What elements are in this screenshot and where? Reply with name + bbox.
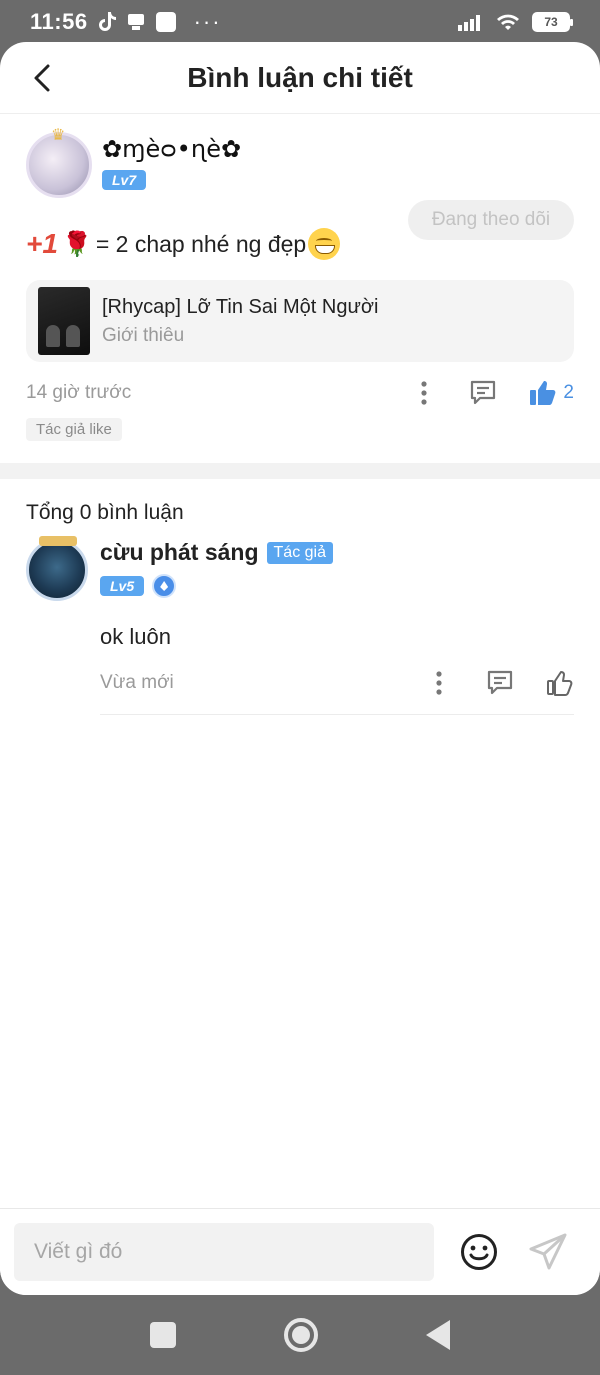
comment-input[interactable] [14,1223,434,1281]
reply-actions [424,669,574,697]
reply-item: cừu phát sáng Tác giả Lv5 ok luôn Vừa mớ… [26,536,574,715]
book-cover-image [38,287,90,355]
send-button[interactable] [528,1233,568,1271]
system-nav-bar [0,1295,600,1375]
reply-more-options-button[interactable] [424,671,454,695]
crown-icon: ♛ [51,127,66,144]
post-body-text: = 2 chap nhé ng đẹp [95,230,307,257]
post-author-row: ♛ ✿ɱèᴑ•ɳè✿ Lv7 [26,127,574,198]
recent-apps-button[interactable] [150,1322,176,1348]
reply-button[interactable] [469,379,497,407]
smiley-icon [461,1234,497,1270]
diamond-badge-icon [152,574,177,598]
post-meta-row: 14 giờ trước 2 [26,378,574,408]
send-icon [529,1233,567,1270]
rose-emoji: 🌹 [61,230,92,258]
thumbs-up-outline-icon [547,671,573,696]
like-count: 2 [563,382,574,403]
book-title: [Rhycap] Lỡ Tin Sai Một Người [102,295,379,318]
reply-author-name[interactable]: cừu phát sáng [100,539,259,566]
vertical-dots-icon [436,671,442,695]
top-header: Bình luận chi tiết [0,42,600,114]
reply-time: Vừa mới [100,672,174,693]
wifi-icon [497,14,519,30]
replies-section: Tổng 0 bình luận cừu phát sáng Tác giả L… [0,479,600,715]
like-button[interactable]: 2 [529,379,574,407]
reply-like-button[interactable] [546,669,574,697]
vertical-dots-icon [421,381,428,405]
post-author-avatar[interactable]: ♛ [26,127,92,198]
back-button[interactable] [24,60,60,96]
notification-app-icon [127,14,144,30]
book-card[interactable]: [Rhycap] Lỡ Tin Sai Một Người Giới thiêu [26,280,574,362]
reply-author-avatar[interactable] [26,536,88,601]
reply-badges: Lv5 [100,574,574,598]
post-time: 14 giờ trước [26,382,132,403]
comment-icon [471,380,496,405]
section-divider [0,463,600,479]
comment-detail-sheet: Bình luận chi tiết ♛ ✿ɱèᴑ•ɳè✿ Lv7 Đang t… [0,42,600,1295]
status-left-icons: ··· [98,9,222,35]
post-author-name[interactable]: ✿ɱèᴑ•ɳè✿ [102,134,241,164]
grin-emoji-icon [308,228,341,260]
status-right-icons: 73 [458,12,573,32]
author-liked-tag: Tác giả like [26,418,122,441]
reply-body: cừu phát sáng Tác giả Lv5 ok luôn Vừa mớ… [100,539,574,715]
comment-input-bar [0,1208,600,1295]
more-options-button[interactable] [409,381,439,405]
more-notifications-icon: ··· [193,9,222,34]
home-button[interactable] [284,1318,318,1352]
app-square-icon [155,12,176,32]
signal-icon [458,15,480,31]
tiktok-icon [98,12,116,31]
plus-one-text: +1 [26,228,58,259]
reply-comment-button[interactable] [486,669,514,697]
status-bar: 11:56 ··· 73 [0,0,600,44]
emoji-button[interactable] [460,1233,498,1271]
book-info: [Rhycap] Lỡ Tin Sai Một Người Giới thiêu [102,296,378,347]
page-title: Bình luận chi tiết [187,61,413,93]
system-back-button[interactable] [426,1320,450,1350]
reply-text: ok luôn [100,624,171,649]
book-subtitle: Giới thiêu [102,324,185,346]
reply-name-row: cừu phát sáng Tác giả [100,539,574,566]
post-author-info: ✿ɱèᴑ•ɳè✿ Lv7 [102,132,241,190]
total-replies-label: Tổng 0 bình luận [26,501,184,524]
author-tag: Tác giả [266,541,333,564]
reply-separator [100,714,574,715]
status-time: 11:56 [30,9,88,34]
writer-ribbon-icon [39,536,77,546]
level-badge: Lv5 [100,576,145,596]
chevron-left-icon [34,64,50,92]
thumbs-up-filled-icon [530,381,556,405]
reply-meta-row: Vừa mới [100,668,574,698]
following-button[interactable]: Đang theo dõi [408,200,574,240]
level-badge: Lv7 [102,170,147,190]
battery-indicator: 73 [532,12,573,32]
post-actions: 2 [409,379,574,407]
main-comment: ♛ ✿ɱèᴑ•ɳè✿ Lv7 Đang theo dõi +1 🌹 = 2 ch… [0,114,600,441]
comment-icon [487,670,513,695]
